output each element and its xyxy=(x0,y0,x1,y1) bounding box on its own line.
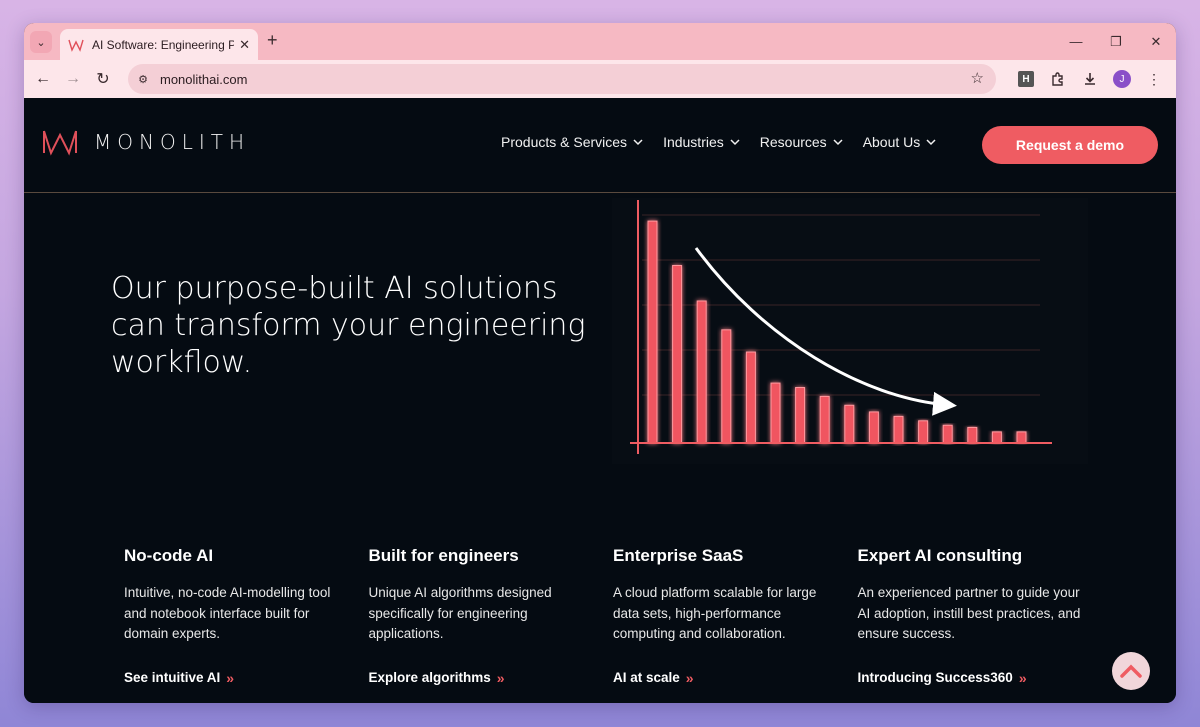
double-chevron-right-icon: » xyxy=(496,669,505,686)
browser-menu-icon[interactable]: ⋮ xyxy=(1140,64,1168,94)
tab-title: AI Software: Engineering Produ xyxy=(92,37,234,52)
decline-chart xyxy=(612,198,1088,464)
chevron-down-icon xyxy=(730,139,740,146)
forward-icon[interactable]: → xyxy=(58,64,88,94)
monolith-logo-icon xyxy=(43,130,77,156)
monolith-logo[interactable]: MONOLITH xyxy=(42,128,250,156)
profile-avatar[interactable]: J xyxy=(1108,64,1136,94)
feature-title: No-code AI xyxy=(124,546,214,565)
feature-built-for-engineers: Built for engineers Unique AI algorithms… xyxy=(369,546,614,687)
nav-about-us[interactable]: About Us xyxy=(863,134,937,150)
address-bar[interactable]: ⚙ monolithai.com ☆ xyxy=(128,64,996,94)
main-nav: Products & Services Industries Resources… xyxy=(501,134,936,150)
url-text[interactable]: monolithai.com xyxy=(160,72,247,87)
features-row: No-code AI Intuitive, no-code AI-modelli… xyxy=(124,546,1104,687)
nav-industries[interactable]: Industries xyxy=(663,134,740,150)
double-chevron-right-icon: » xyxy=(1018,669,1027,686)
logo-text: MONOLITH xyxy=(94,130,250,154)
explore-algorithms-link[interactable]: Explore algorithms» xyxy=(369,670,505,686)
chart-bar xyxy=(1016,431,1027,444)
feature-desc: Unique AI algorithms designed specifical… xyxy=(368,585,552,641)
chart-bar xyxy=(991,431,1002,444)
hero-heading: Our purpose-built AI solutions can trans… xyxy=(111,271,586,380)
chart-bar xyxy=(918,420,929,444)
web-page: MONOLITH Products & Services Industries … xyxy=(24,98,1176,703)
reload-icon[interactable]: ↻ xyxy=(88,64,118,94)
chart-bar xyxy=(721,329,732,444)
extension-h-icon[interactable]: H xyxy=(1012,64,1040,94)
minimize-icon[interactable]: — xyxy=(1056,23,1096,60)
download-icon[interactable] xyxy=(1076,64,1104,94)
chevron-down-icon xyxy=(926,139,936,146)
feature-enterprise-saas: Enterprise SaaS A cloud platform scalabl… xyxy=(613,546,858,687)
back-icon[interactable]: ← xyxy=(28,64,58,94)
tab-search-icon[interactable]: ⌄ xyxy=(30,31,52,53)
chart-bars xyxy=(647,220,1027,444)
chevron-down-icon xyxy=(633,139,643,146)
chart-bar xyxy=(967,426,978,444)
feature-desc: A cloud platform scalable for large data… xyxy=(613,585,817,641)
chart-bar xyxy=(696,300,707,444)
double-chevron-right-icon: » xyxy=(226,669,235,686)
trend-arrow xyxy=(694,247,957,416)
bookmark-star-icon[interactable]: ☆ xyxy=(971,69,984,87)
feature-title: Expert AI consulting xyxy=(857,546,1023,565)
tab-strip: ⌄ AI Software: Engineering Produ ✕ + — ❐… xyxy=(24,23,1176,60)
close-window-icon[interactable]: ✕ xyxy=(1136,23,1176,60)
browser-window: ⌄ AI Software: Engineering Produ ✕ + — ❐… xyxy=(24,23,1176,703)
introducing-success360-link[interactable]: Introducing Success360» xyxy=(858,670,1027,686)
feature-title: Enterprise SaaS xyxy=(613,546,744,565)
restore-icon[interactable]: ❐ xyxy=(1096,23,1136,60)
feature-expert-ai-consulting: Expert AI consulting An experienced part… xyxy=(858,546,1103,687)
new-tab-icon[interactable]: + xyxy=(267,30,278,51)
scroll-to-top-button[interactable] xyxy=(1112,652,1150,690)
feature-desc: Intuitive, no-code AI-modelling tool and… xyxy=(124,585,331,641)
feature-title: Built for engineers xyxy=(368,546,519,565)
chart-bar xyxy=(672,264,683,444)
chart-bar xyxy=(647,220,658,444)
chart-bar xyxy=(844,404,855,444)
chevron-down-icon xyxy=(833,139,843,146)
chart-bar xyxy=(868,411,879,444)
double-chevron-right-icon: » xyxy=(685,669,694,686)
monolith-favicon-icon xyxy=(68,39,84,52)
chart-bar xyxy=(942,424,953,444)
chart-bar xyxy=(795,387,806,444)
site-header: MONOLITH Products & Services Industries … xyxy=(24,98,1176,193)
extensions-puzzle-icon[interactable] xyxy=(1044,64,1072,94)
site-info-icon[interactable]: ⚙ xyxy=(132,68,154,90)
active-tab[interactable]: AI Software: Engineering Produ ✕ xyxy=(60,29,258,60)
browser-toolbar: ← → ↻ ⚙ monolithai.com ☆ H J ⋮ xyxy=(24,60,1176,98)
chart-bar xyxy=(770,382,781,444)
request-demo-button[interactable]: Request a demo xyxy=(982,126,1158,164)
ai-at-scale-link[interactable]: AI at scale» xyxy=(613,670,694,686)
chart-bar xyxy=(893,415,904,444)
chart-bar xyxy=(819,395,830,444)
nav-products-services[interactable]: Products & Services xyxy=(501,134,643,150)
chart-bar xyxy=(745,351,756,444)
chevron-up-icon xyxy=(1120,664,1142,678)
see-intuitive-ai-link[interactable]: See intuitive AI» xyxy=(124,670,234,686)
chart-svg xyxy=(630,200,1052,454)
feature-desc: An experienced partner to guide your AI … xyxy=(857,585,1081,641)
nav-resources[interactable]: Resources xyxy=(760,134,843,150)
tab-close-icon[interactable]: ✕ xyxy=(239,37,250,53)
feature-no-code-ai: No-code AI Intuitive, no-code AI-modelli… xyxy=(124,546,369,687)
